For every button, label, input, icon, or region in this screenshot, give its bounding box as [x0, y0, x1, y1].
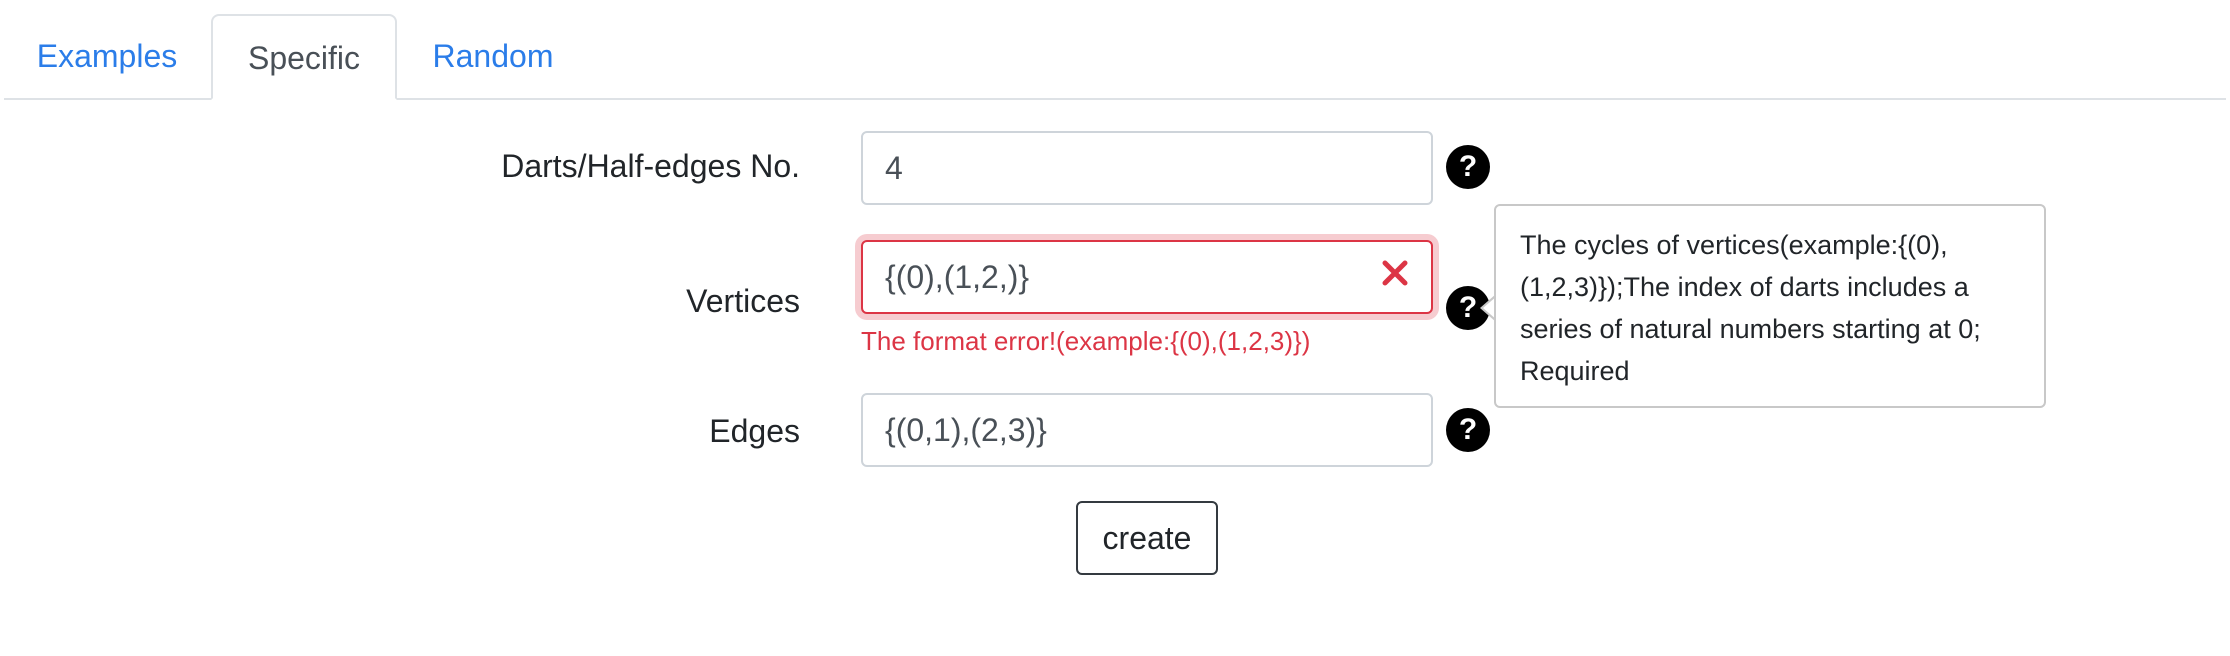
tab-examples[interactable]: Examples	[4, 14, 210, 98]
vertices-label: Vertices	[686, 283, 800, 319]
tab-bar: Examples Specific Random	[4, 14, 2226, 100]
vertices-tooltip: The cycles of vertices(example:{(0),(1,2…	[1494, 204, 2046, 408]
vertices-error-message: The format error!(example:{(0),(1,2,3)})	[861, 326, 1311, 356]
edges-help-icon[interactable]: ?	[1446, 408, 1490, 452]
clear-x-icon[interactable]	[1380, 258, 1410, 288]
tab-random[interactable]: Random	[398, 14, 588, 98]
edges-input[interactable]	[861, 393, 1433, 467]
vertices-input[interactable]	[861, 240, 1433, 314]
darts-label: Darts/Half-edges No.	[501, 148, 800, 184]
darts-input[interactable]	[861, 131, 1433, 205]
create-button[interactable]: create	[1076, 501, 1218, 575]
darts-help-icon[interactable]: ?	[1446, 145, 1490, 189]
tab-specific[interactable]: Specific	[211, 14, 397, 100]
page: Examples Specific Random Darts/Half-edge…	[0, 0, 2230, 656]
edges-label: Edges	[709, 413, 800, 449]
